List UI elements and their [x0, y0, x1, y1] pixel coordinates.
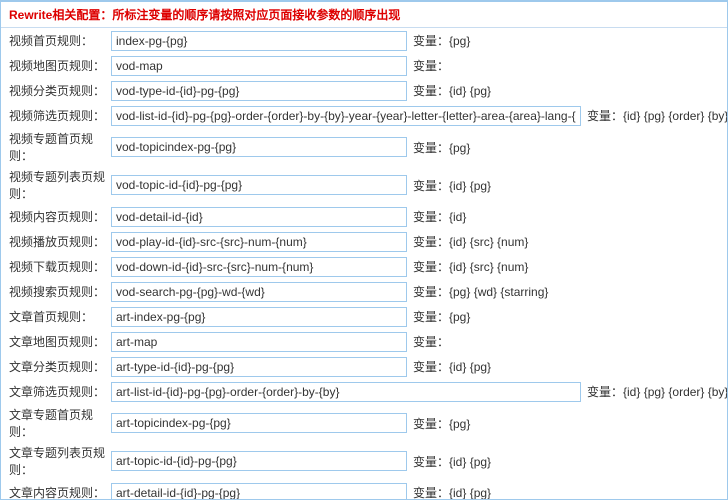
row-hint: 变量：{id} {src} {num}: [407, 233, 528, 250]
row-hint: 变量：{pg}: [407, 32, 470, 49]
config-row: 文章专题列表页规则： 变量：{id} {pg}: [1, 442, 727, 480]
row-hint: 变量：{id}: [407, 208, 466, 225]
row-hint: 变量：{id} {pg}: [407, 82, 491, 99]
rule-input[interactable]: [111, 451, 407, 471]
row-label: 视频下载页规则：: [7, 258, 111, 275]
rule-input[interactable]: [111, 357, 407, 377]
row-hint: 变量：{pg}: [407, 415, 470, 432]
row-label: 视频播放页规则：: [7, 233, 111, 250]
rule-input[interactable]: [111, 232, 407, 252]
rule-input[interactable]: [111, 137, 407, 157]
rule-input[interactable]: [111, 175, 407, 195]
rule-input[interactable]: [111, 307, 407, 327]
row-label: 视频分类页规则：: [7, 82, 111, 99]
row-label: 视频筛选页规则：: [7, 107, 111, 124]
rule-input[interactable]: [111, 282, 407, 302]
row-hint: 变量：{id} {pg}: [407, 484, 491, 500]
row-hint: 变量：{id} {pg} {order} {by} {letter}: [581, 383, 728, 400]
row-field: [111, 207, 407, 227]
row-field: [111, 413, 407, 433]
config-row: 文章首页规则： 变量：{pg}: [1, 304, 727, 329]
row-hint: 变量：{pg} {wd} {starring}: [407, 283, 548, 300]
rule-input[interactable]: [111, 207, 407, 227]
row-hint: 变量：{pg}: [407, 139, 470, 156]
rule-input[interactable]: [111, 382, 581, 402]
config-row: 视频搜索页规则： 变量：{pg} {wd} {starring}: [1, 279, 727, 304]
config-row: 视频播放页规则： 变量：{id} {src} {num}: [1, 229, 727, 254]
row-label: 文章筛选页规则：: [7, 383, 111, 400]
config-row: 视频下载页规则： 变量：{id} {src} {num}: [1, 254, 727, 279]
row-field: [111, 332, 407, 352]
row-label: 文章首页规则：: [7, 308, 111, 325]
row-label: 文章内容页规则：: [7, 484, 111, 500]
rule-input[interactable]: [111, 31, 407, 51]
rule-input[interactable]: [111, 332, 407, 352]
rule-input[interactable]: [111, 257, 407, 277]
row-field: [111, 307, 407, 327]
row-label: 文章地图页规则：: [7, 333, 111, 350]
row-field: [111, 282, 407, 302]
row-label: 视频专题首页规则：: [7, 130, 111, 164]
row-label: 视频搜索页规则：: [7, 283, 111, 300]
row-hint: 变量：: [407, 333, 449, 350]
config-row: 文章地图页规则： 变量：: [1, 329, 727, 354]
row-field: [111, 175, 407, 195]
rule-input[interactable]: [111, 56, 407, 76]
config-row: 视频地图页规则： 变量：: [1, 53, 727, 78]
config-row: 文章内容页规则： 变量：{id} {pg}: [1, 480, 727, 500]
row-field: [111, 451, 407, 471]
row-hint: 变量：{pg}: [407, 308, 470, 325]
row-hint: 变量：{id} {pg} {order} {by} {year} {letter…: [581, 107, 728, 124]
rule-input[interactable]: [111, 106, 581, 126]
row-field: [111, 137, 407, 157]
config-panel: Rewrite相关配置：所标注变量的顺序请按照对应页面接收参数的顺序出现 视频首…: [0, 0, 728, 500]
rule-input[interactable]: [111, 483, 407, 500]
row-hint: 变量：: [407, 57, 449, 74]
panel-header: Rewrite相关配置：所标注变量的顺序请按照对应页面接收参数的顺序出现: [1, 2, 727, 28]
row-label: 视频内容页规则：: [7, 208, 111, 225]
row-field: [111, 382, 581, 402]
config-row: 视频专题首页规则： 变量：{pg}: [1, 128, 727, 166]
rule-input[interactable]: [111, 413, 407, 433]
row-field: [111, 56, 407, 76]
row-field: [111, 232, 407, 252]
row-label: 文章分类页规则：: [7, 358, 111, 375]
config-row: 文章筛选页规则： 变量：{id} {pg} {order} {by} {lette…: [1, 379, 727, 404]
row-hint: 变量：{id} {pg}: [407, 177, 491, 194]
row-field: [111, 81, 407, 101]
config-row: 文章分类页规则： 变量：{id} {pg}: [1, 354, 727, 379]
config-row: 视频内容页规则： 变量：{id}: [1, 204, 727, 229]
config-row: 文章专题首页规则： 变量：{pg}: [1, 404, 727, 442]
config-row: 视频首页规则： 变量：{pg}: [1, 28, 727, 53]
row-label: 视频首页规则：: [7, 32, 111, 49]
config-row: 视频专题列表页规则： 变量：{id} {pg}: [1, 166, 727, 204]
rule-input[interactable]: [111, 81, 407, 101]
config-row: 视频筛选页规则： 变量：{id} {pg} {order} {by} {year}…: [1, 103, 727, 128]
row-hint: 变量：{id} {pg}: [407, 453, 491, 470]
row-label: 文章专题列表页规则：: [7, 444, 111, 478]
rows: 视频首页规则： 变量：{pg} 视频地图页规则： 变量： 视频分类页规则： 变量：{id}…: [1, 28, 727, 500]
config-row: 视频分类页规则： 变量：{id} {pg}: [1, 78, 727, 103]
row-label: 视频专题列表页规则：: [7, 168, 111, 202]
row-hint: 变量：{id} {pg}: [407, 358, 491, 375]
row-field: [111, 357, 407, 377]
row-field: [111, 257, 407, 277]
row-hint: 变量：{id} {src} {num}: [407, 258, 528, 275]
row-field: [111, 106, 581, 126]
row-field: [111, 31, 407, 51]
row-label: 文章专题首页规则：: [7, 406, 111, 440]
row-field: [111, 483, 407, 500]
row-label: 视频地图页规则：: [7, 57, 111, 74]
